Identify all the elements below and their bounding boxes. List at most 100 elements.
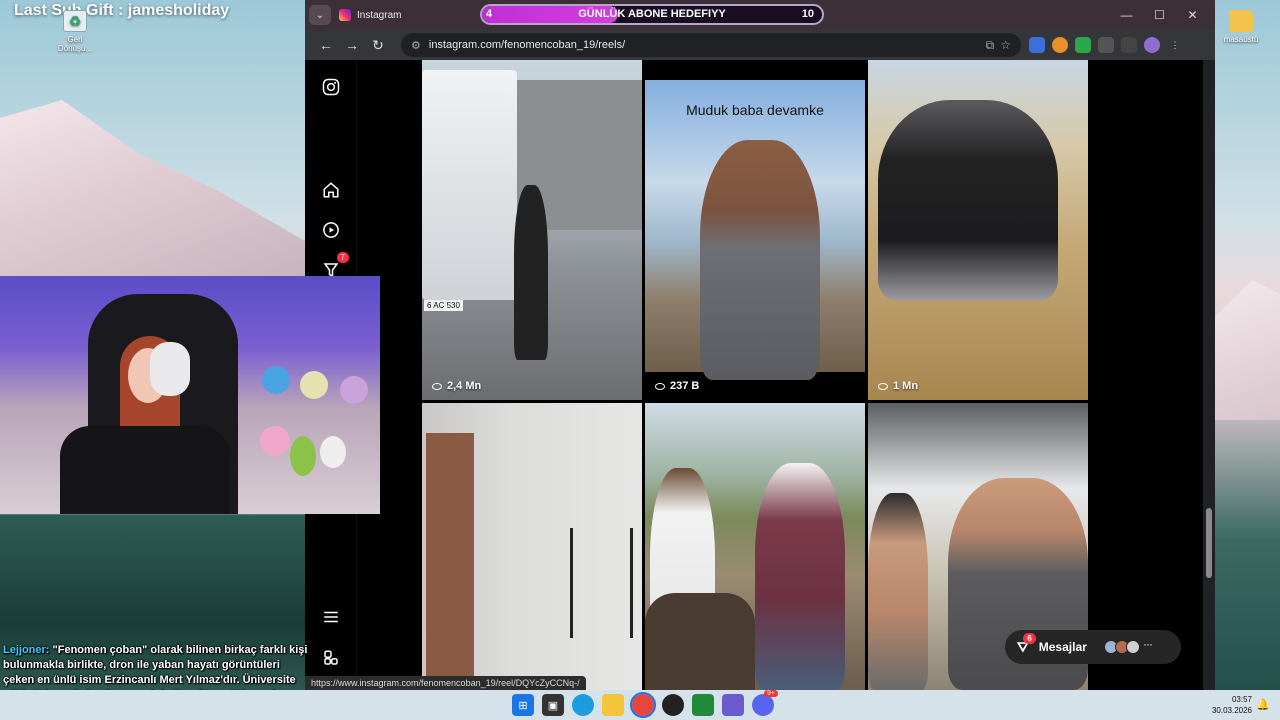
site-info-icon[interactable]: ⚙	[411, 39, 421, 52]
also-from-meta-icon[interactable]	[319, 646, 343, 670]
taskbar-apps: ⊞ ▣ 9+	[512, 690, 778, 718]
person-image	[514, 185, 548, 360]
reel-views: 237 B	[655, 380, 699, 392]
reel-thumbnail[interactable]	[422, 403, 642, 690]
app-purple-icon[interactable]	[722, 694, 744, 716]
minimize-button[interactable]: —	[1110, 0, 1143, 30]
door-image	[426, 433, 474, 690]
extension-orange-icon[interactable]	[1052, 37, 1068, 53]
browser-window: ⌄ Instagram GÜNLÜK ABONE HEDEFIYY 4 10 —…	[305, 0, 1215, 690]
messages-label: Mesajlar	[1038, 640, 1087, 654]
person-image	[868, 493, 928, 690]
reel-views: 1 Mn	[878, 380, 918, 392]
close-button[interactable]: ✕	[1176, 0, 1209, 30]
reels-icon[interactable]	[319, 218, 343, 242]
reel-caption: Muduk baba devamke	[686, 102, 824, 118]
profile-avatar[interactable]	[1144, 37, 1160, 53]
instagram-favicon-icon	[339, 9, 351, 21]
tab-search-button[interactable]: ⌄	[309, 5, 331, 25]
reel-image: Muduk baba devamke	[645, 80, 865, 380]
plush-toy	[340, 376, 368, 404]
messages-button[interactable]: ⛛ 6 Mesajlar ···	[1005, 630, 1181, 664]
link-status-url: https://www.instagram.com/fenomencoban_1…	[305, 676, 586, 690]
instagram-logo-icon[interactable]	[319, 75, 343, 99]
browser-titlebar: ⌄ Instagram GÜNLÜK ABONE HEDEFIYY 4 10 —…	[305, 0, 1215, 30]
extensions-puzzle-icon[interactable]	[1098, 37, 1114, 53]
stream-last-sub-gift: Last Sub Gift : jamesholiday	[14, 2, 230, 19]
person-image	[878, 100, 1058, 300]
reel-thumbnail[interactable]: 6 AC 530 2,4 Mn	[422, 60, 642, 400]
edge-icon[interactable]	[572, 694, 594, 716]
person-image	[700, 140, 820, 380]
translate-extension-icon[interactable]	[1029, 37, 1045, 53]
reel-thumbnail[interactable]	[645, 403, 865, 690]
headset-icon	[150, 342, 190, 396]
task-view-icon[interactable]: ▣	[542, 694, 564, 716]
reload-button[interactable]: ↻	[365, 32, 391, 58]
notification-badge: 7	[336, 252, 349, 263]
views-count: 1 Mn	[893, 380, 919, 392]
avatar	[1125, 640, 1140, 654]
eye-icon	[878, 382, 888, 390]
clock-time: 03:57	[1231, 695, 1252, 704]
reels-grid: 6 AC 530 2,4 Mn Muduk baba devamke 237 B…	[422, 60, 1088, 690]
streamer-shirt	[60, 426, 230, 514]
taskbar: ⊞ ▣ 9+ 03:57 30.03.2026 🔔	[0, 690, 1280, 720]
extensions-area: ⋮	[1029, 37, 1183, 53]
forward-button[interactable]: →	[339, 32, 365, 58]
reel-views: 2,4 Mn	[432, 380, 481, 392]
truck-image	[422, 70, 517, 300]
subscriber-goal-bar: GÜNLÜK ABONE HEDEFIYY 4 10	[480, 4, 824, 25]
discord-icon[interactable]: 9+	[752, 690, 778, 716]
plush-toy	[300, 371, 328, 399]
person-image	[755, 463, 845, 690]
truck-plate: 6 AC 530	[424, 300, 463, 311]
desktop-icon-label: masaüstü	[1223, 35, 1259, 44]
more-menu-icon[interactable]	[319, 605, 343, 629]
clock-date: 30.03.2026	[1211, 706, 1252, 715]
goal-max: 10	[801, 8, 814, 20]
eye-icon	[432, 382, 442, 390]
back-button[interactable]: ←	[313, 32, 339, 58]
tab-instagram[interactable]: Instagram	[339, 3, 479, 27]
chrome-icon[interactable]	[630, 692, 656, 718]
file-explorer-icon[interactable]	[602, 694, 624, 716]
start-windows-icon[interactable]: ⊞	[512, 694, 534, 716]
menu-kebab-icon[interactable]: ⋮	[1167, 37, 1183, 53]
desktop-icon-recycle-bin[interactable]: ♻ Geri Dönüşü...	[53, 10, 97, 53]
folder-icon	[1229, 10, 1253, 32]
browser-toolbar: ← → ↻ ⚙ instagram.com/fenomencoban_19/re…	[305, 30, 1215, 60]
instagram-page: 7 6 AC 530 2,4 Mn Muduk baba devamke 237…	[305, 60, 1203, 690]
plush-toy	[290, 436, 316, 476]
views-count: 2,4 Mn	[447, 380, 482, 392]
notification-bell-icon[interactable]: 🔔	[1256, 698, 1270, 711]
media-controls-icon[interactable]	[1121, 37, 1137, 53]
system-clock[interactable]: 03:57 30.03.2026	[1212, 694, 1252, 716]
reel-thumbnail[interactable]: 1 Mn	[868, 60, 1088, 400]
window-controls: — ☐ ✕	[1110, 0, 1209, 30]
donkey-image	[645, 593, 755, 690]
message-avatars: ···	[1103, 640, 1153, 654]
goal-label: GÜNLÜK ABONE HEDEFIYY	[578, 8, 726, 20]
cabinet-handle	[630, 528, 633, 638]
more-avatars: ···	[1143, 640, 1153, 650]
home-icon[interactable]	[319, 178, 343, 202]
extension-green-icon[interactable]	[1075, 37, 1091, 53]
desktop-icon-folder[interactable]: masaüstü	[1219, 10, 1263, 44]
page-scrollbar[interactable]	[1203, 60, 1215, 690]
cabinet-handle	[570, 528, 573, 638]
scrollbar-thumb[interactable]	[1206, 508, 1212, 578]
plush-toy	[320, 436, 346, 468]
obs-icon[interactable]	[662, 694, 684, 716]
views-count: 237 B	[670, 380, 700, 392]
cast-icon[interactable]: ⧉	[986, 38, 995, 53]
tab-title: Instagram	[357, 9, 402, 21]
bookmark-star-icon[interactable]: ☆	[1000, 38, 1011, 53]
reel-thumbnail[interactable]: Muduk baba devamke 237 B	[645, 60, 865, 400]
eye-icon	[655, 382, 665, 390]
webcam-overlay	[0, 276, 380, 514]
app-green-icon[interactable]	[692, 694, 714, 716]
maximize-button[interactable]: ☐	[1143, 0, 1176, 30]
messages-badge: 6	[1023, 632, 1036, 644]
address-bar[interactable]: ⚙ instagram.com/fenomencoban_19/reels/ ⧉…	[401, 33, 1021, 57]
